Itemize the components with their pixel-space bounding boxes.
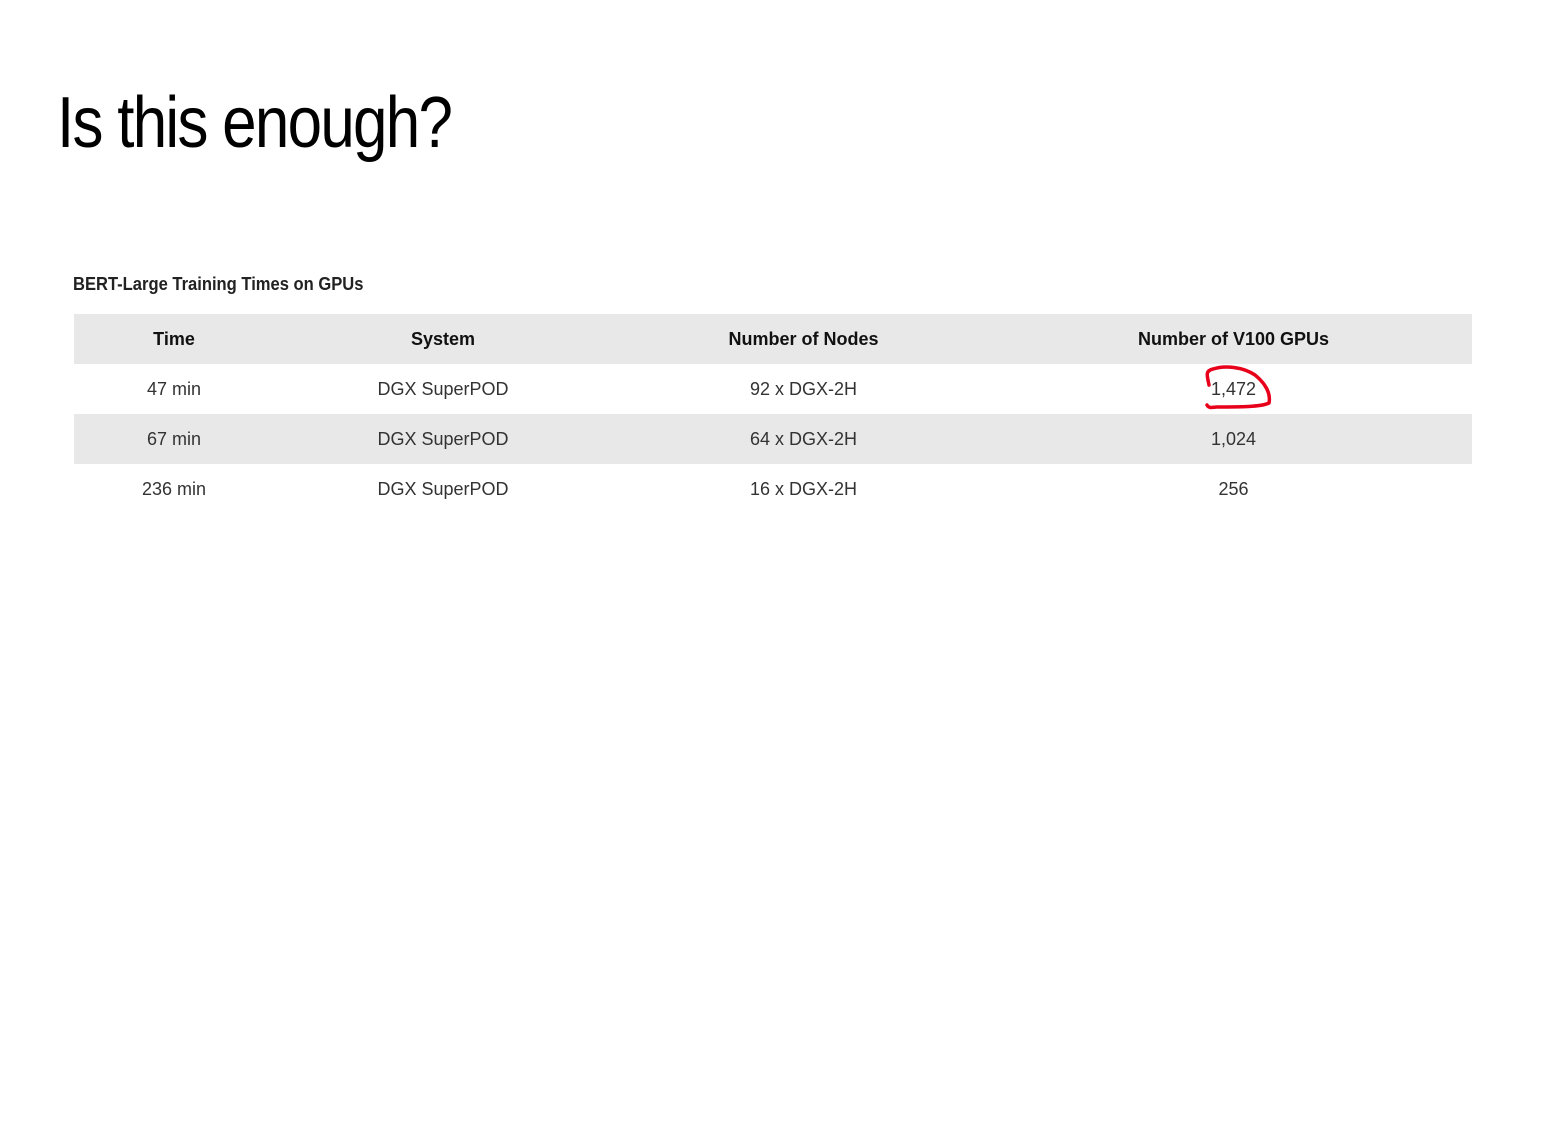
cell-system: DGX SuperPOD [377, 478, 509, 499]
table-header-row: Time System Number of Nodes Number of V1… [74, 314, 1472, 364]
table-caption: BERT-Large Training Times on GPUs [73, 274, 364, 294]
slide-title: Is this enough? [57, 83, 453, 163]
table-row: 67 min DGX SuperPOD 64 x DGX-2H 1,024 [74, 414, 1472, 464]
cell-system: DGX SuperPOD [377, 378, 509, 399]
cell-gpus: 256 [1218, 478, 1249, 499]
cell-nodes: 16 x DGX-2H [749, 478, 858, 499]
cell-time: 47 min [146, 378, 202, 399]
table-row: 47 min DGX SuperPOD 92 x DGX-2H 1,472 [74, 364, 1472, 414]
header-time: Time [153, 328, 195, 349]
highlighted-gpu-count: 1,472 [1205, 364, 1272, 409]
gpu-count-value: 1,472 [1210, 378, 1257, 399]
cell-time: 67 min [146, 428, 202, 449]
header-system: System [410, 328, 476, 349]
table-row: 236 min DGX SuperPOD 16 x DGX-2H 256 [74, 464, 1472, 514]
cell-nodes: 64 x DGX-2H [749, 428, 858, 449]
cell-gpus: 1,024 [1210, 428, 1257, 449]
cell-nodes: 92 x DGX-2H [749, 378, 858, 399]
bert-training-table: Time System Number of Nodes Number of V1… [74, 314, 1472, 514]
cell-system: DGX SuperPOD [377, 428, 509, 449]
header-nodes: Number of Nodes [728, 328, 879, 349]
cell-gpus: 1,472 [995, 364, 1472, 414]
header-gpus: Number of V100 GPUs [1137, 328, 1330, 349]
cell-time: 236 min [141, 478, 207, 499]
